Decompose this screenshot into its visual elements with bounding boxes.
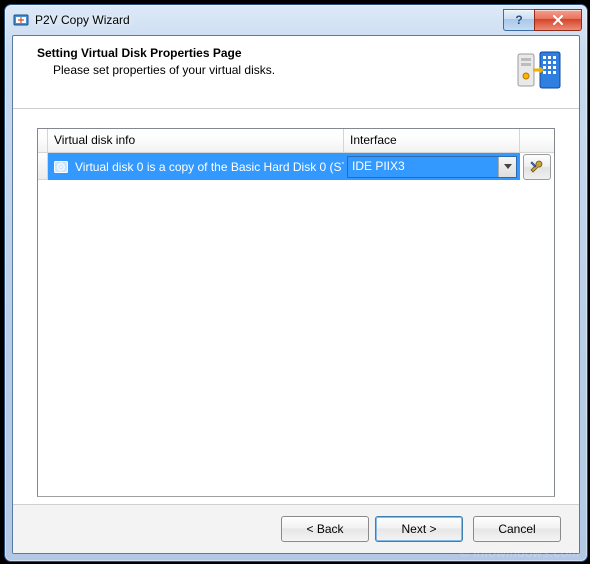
column-header-interface[interactable]: Interface [344, 129, 520, 152]
disk-info-text: Virtual disk 0 is a copy of the Basic Ha… [75, 160, 344, 174]
interface-selected: IDE PIIX3 [348, 157, 498, 177]
dropdown-button[interactable] [498, 157, 516, 177]
tools-icon [529, 159, 545, 175]
help-icon: ? [515, 13, 522, 27]
window-title: P2V Copy Wizard [35, 13, 503, 27]
client-area: Setting Virtual Disk Properties Page Ple… [12, 35, 580, 554]
app-icon [13, 12, 29, 28]
wizard-window: P2V Copy Wizard ? Setting Virtual Disk P… [4, 4, 588, 562]
page-subtitle: Please set properties of your virtual di… [53, 63, 275, 77]
chevron-down-icon [504, 164, 512, 170]
wizard-header: Setting Virtual Disk Properties Page Ple… [13, 36, 579, 109]
next-button[interactable]: Next > [375, 516, 463, 542]
page-title: Setting Virtual Disk Properties Page [37, 46, 275, 60]
table-row[interactable]: Virtual disk 0 is a copy of the Basic Ha… [38, 153, 554, 180]
row-selector-header[interactable] [38, 129, 48, 152]
grid-header: Virtual disk info Interface [38, 129, 554, 153]
help-button[interactable]: ? [503, 9, 534, 31]
back-button[interactable]: < Back [281, 516, 369, 542]
header-illustration-icon [515, 46, 563, 94]
virtual-disk-icon [53, 159, 69, 175]
row-selector[interactable] [38, 153, 48, 180]
cell-disk-info[interactable]: Virtual disk 0 is a copy of the Basic Ha… [48, 153, 344, 180]
disk-properties-button[interactable] [523, 154, 551, 180]
column-header-info[interactable]: Virtual disk info [48, 129, 344, 152]
column-header-actions [520, 129, 554, 152]
title-bar[interactable]: P2V Copy Wizard ? [5, 5, 587, 35]
wizard-footer: < Back Next > Cancel [13, 504, 579, 553]
interface-dropdown[interactable]: IDE PIIX3 [347, 156, 517, 178]
cancel-button[interactable]: Cancel [473, 516, 561, 542]
disk-grid: Virtual disk info Interface Virtual disk… [37, 128, 555, 497]
close-icon [552, 15, 564, 25]
close-button[interactable] [534, 9, 582, 31]
